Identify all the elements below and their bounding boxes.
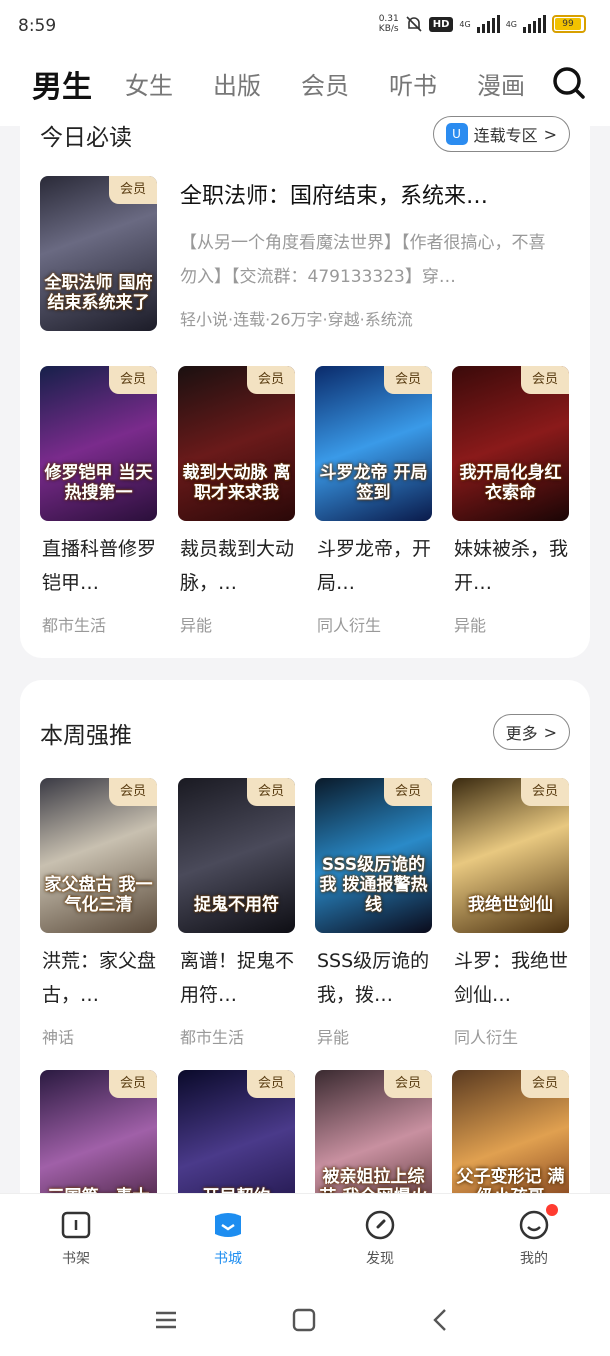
tab-publish[interactable]: 出版: [213, 66, 261, 101]
book-title[interactable]: 斗罗：我绝世剑仙…: [454, 944, 574, 1012]
book-cover[interactable]: SSS级厉诡的我 拨通报警热线 会员: [315, 778, 432, 933]
vip-badge: 会员: [109, 176, 157, 204]
cover-text: 我开局化身红衣索命: [459, 463, 562, 503]
nav-label: 发现: [366, 1251, 394, 1267]
home-icon[interactable]: [292, 1308, 316, 1332]
vip-badge: 会员: [247, 366, 295, 394]
book-tag: 都市生活: [42, 616, 107, 635]
battery-icon: 99: [552, 15, 586, 33]
featured-meta: 轻小说·连载·26万字·穿越·系统流: [180, 310, 413, 329]
chevron-right-icon: >: [543, 722, 557, 742]
cover-text: SSS级厉诡的我 拨通报警热线: [319, 855, 428, 915]
signal-icon-2: [523, 15, 546, 33]
net-speed: 0.31 KB/s: [379, 14, 399, 34]
tab-comic[interactable]: 漫画: [477, 66, 525, 101]
status-time: 8:59: [18, 16, 57, 36]
book-tag: 同人衍生: [454, 1028, 519, 1047]
compass-icon: [365, 1210, 395, 1240]
vip-badge: 会员: [109, 1070, 157, 1098]
status-icons: 0.31 KB/s HD 4G 4G 99: [379, 14, 586, 34]
vip-badge: 会员: [109, 366, 157, 394]
bell-off-icon: [406, 16, 422, 32]
bookstore-icon: [215, 1213, 241, 1237]
back-icon[interactable]: [430, 1308, 450, 1332]
notification-dot: [546, 1204, 558, 1216]
book-title[interactable]: SSS级厉诡的我，拨…: [317, 944, 437, 1012]
book-cover[interactable]: 裁到大动脉 离职才来求我 会员: [178, 366, 295, 521]
serial-zone-button[interactable]: U 连载专区 >: [432, 116, 570, 152]
featured-desc: 【从另一个角度看魔法世界】【作者很搞心，不喜勿入】【交流群：479133323】…: [180, 233, 546, 287]
search-icon[interactable]: [552, 66, 586, 100]
today-title-text: 今日必读: [40, 125, 132, 151]
cover-text: 家父盘古 我一气化三清: [44, 875, 153, 915]
signal-label-1: 4G: [459, 19, 471, 29]
bottom-nav: 书架 书城 发现 我的: [0, 1193, 610, 1281]
vip-badge: 会员: [109, 778, 157, 806]
net-speed-unit: KB/s: [378, 24, 399, 34]
book-title[interactable]: 洪荒：家父盘古，…: [42, 944, 162, 1012]
cover-text: 裁到大动脉 离职才来求我: [182, 463, 291, 503]
menu-icon[interactable]: [154, 1310, 178, 1330]
book-cover[interactable]: 我开局化身红衣索命 会员: [452, 366, 569, 521]
nav-label: 我的: [520, 1251, 548, 1267]
book-cover[interactable]: 修罗铠甲 当天热搜第一 会员: [40, 366, 157, 521]
system-nav-bar: [0, 1280, 610, 1356]
book-tag: 异能: [317, 1028, 350, 1047]
cover-text: 我绝世剑仙: [468, 895, 553, 915]
cover-text: 全职法师 国府结束系统来了: [44, 273, 153, 313]
cover-text: 斗罗龙帝 开局签到: [319, 463, 428, 503]
featured-title[interactable]: 全职法师：国府结束，系统来…: [180, 178, 560, 210]
book-title[interactable]: 离谱！捉鬼不用符…: [180, 944, 300, 1012]
book-tag: 异能: [454, 616, 487, 635]
vip-badge: 会员: [247, 1070, 295, 1098]
nav-bookshelf[interactable]: 书架: [36, 1208, 116, 1268]
book-cover[interactable]: 我绝世剑仙 会员: [452, 778, 569, 933]
vip-badge: 会员: [521, 1070, 569, 1098]
vip-badge: 会员: [384, 366, 432, 394]
vip-badge: 会员: [521, 778, 569, 806]
nav-label: 书架: [62, 1251, 90, 1267]
book-title[interactable]: 斗罗龙帝，开局…: [317, 532, 437, 600]
book-cover[interactable]: 家父盘古 我一气化三清 会员: [40, 778, 157, 933]
featured-cover[interactable]: 全职法师 国府结束系统来了 会员: [40, 176, 157, 331]
vip-badge: 会员: [384, 778, 432, 806]
nav-profile[interactable]: 我的: [494, 1204, 574, 1268]
status-bar: 8:59 0.31 KB/s HD 4G 4G 99: [0, 0, 610, 54]
chevron-right-icon: >: [543, 124, 557, 144]
nav-discover[interactable]: 发现: [340, 1208, 420, 1268]
vip-badge: 会员: [247, 778, 295, 806]
serial-zone-label: 连载专区: [473, 126, 538, 145]
hd-badge: HD: [428, 16, 454, 32]
signal-icon: [476, 15, 500, 33]
nav-label: 书城: [214, 1251, 242, 1267]
book-icon: [61, 1211, 91, 1239]
signal-label-2: 4G: [505, 19, 517, 29]
tab-member[interactable]: 会员: [301, 66, 349, 101]
cover-text: 捉鬼不用符: [194, 895, 279, 915]
book-tag: 异能: [180, 616, 213, 635]
cover-text: 修罗铠甲 当天热搜第一: [44, 463, 153, 503]
book-title[interactable]: 直播科普修罗铠甲…: [42, 532, 162, 600]
book-title[interactable]: 妹妹被杀，我开…: [454, 532, 574, 600]
book-cover[interactable]: 捉鬼不用符 会员: [178, 778, 295, 933]
vip-badge: 会员: [521, 366, 569, 394]
more-button[interactable]: 更多 >: [492, 714, 570, 750]
weekly-title-text: 本周强推: [40, 723, 132, 749]
weekly-section-title: 本周强推: [40, 716, 132, 754]
tab-female[interactable]: 女生: [125, 66, 173, 101]
net-speed-value: 0.31: [378, 14, 399, 24]
tab-audiobook[interactable]: 听书: [389, 66, 437, 101]
battery-level: 99: [555, 18, 581, 30]
book-cover[interactable]: 斗罗龙帝 开局签到 会员: [315, 366, 432, 521]
more-label: 更多: [505, 724, 538, 743]
today-section-title: 今日必读: [40, 118, 132, 156]
book-tag: 同人衍生: [317, 616, 382, 635]
nav-bookstore[interactable]: 书城: [188, 1208, 268, 1268]
today-section: 今日必读 U 连载专区 > 全职法师 国府结束系统来了 会员 全职法师：国府结束…: [20, 100, 590, 658]
book-tag: 神话: [42, 1028, 75, 1047]
book-tag: 都市生活: [180, 1028, 245, 1047]
vip-badge: 会员: [384, 1070, 432, 1098]
book-title[interactable]: 裁员裁到大动脉，…: [180, 532, 300, 600]
serial-badge-icon: U: [445, 123, 468, 145]
